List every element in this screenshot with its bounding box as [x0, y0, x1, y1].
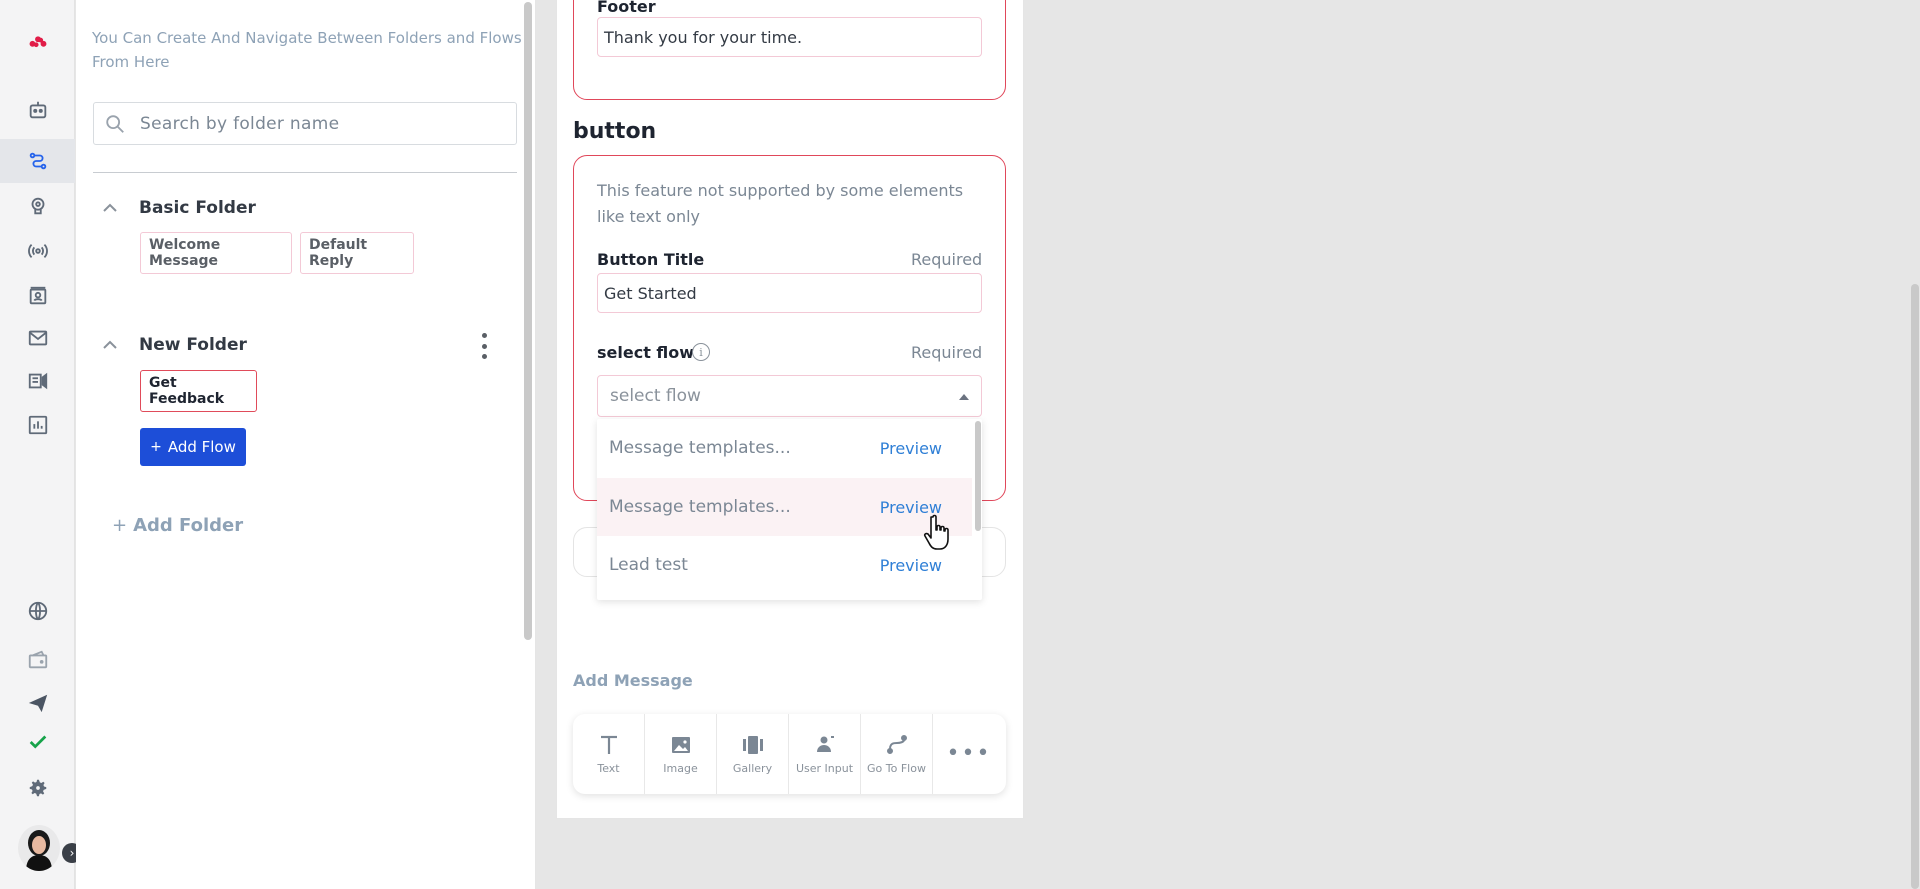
panel-scrollbar[interactable] [524, 2, 532, 640]
tool-label: Image [663, 761, 698, 775]
caret-up-icon [959, 394, 969, 400]
globe-icon[interactable] [0, 589, 75, 633]
more-options-icon[interactable] [474, 333, 494, 359]
folder-header-basic[interactable]: Basic Folder [93, 195, 256, 221]
settings-icon[interactable] [0, 766, 75, 810]
add-flow-label: Add Flow [167, 438, 236, 456]
analytics-icon[interactable] [0, 403, 75, 447]
page-scrollbar[interactable] [1911, 284, 1919, 889]
required-label: Required [911, 343, 983, 362]
tool-label: User Input [795, 761, 854, 775]
flow-option[interactable]: Lead test Preview [597, 536, 972, 594]
add-image-button[interactable]: Image [645, 714, 717, 794]
footer-label: Footer [597, 0, 656, 16]
plus-icon: + [112, 515, 128, 536]
add-go-to-flow-button[interactable]: Go To Flow [861, 714, 933, 794]
avatar[interactable] [18, 825, 60, 871]
contacts-icon[interactable] [0, 274, 75, 318]
image-icon [671, 736, 690, 753]
tool-label: Gallery [732, 761, 773, 775]
flow-option-name: Message templates... [609, 438, 791, 458]
preview-link[interactable]: Preview [880, 556, 942, 575]
select-flow-placeholder: select flow [610, 386, 701, 406]
button-title-label: Button Title [597, 250, 705, 269]
flow-chip-get-feedback[interactable]: Get Feedback [140, 370, 257, 412]
add-message-toolbar: Text Image Gallery User Input Go To Flow… [573, 714, 1006, 794]
chevron-up-icon[interactable] [93, 203, 127, 213]
folder-name: Basic Folder [139, 198, 256, 218]
feature-note: This feature not supported by some eleme… [597, 181, 964, 226]
more-tools-button[interactable]: ••• [933, 714, 1005, 794]
flow-options-list: Message templates... Preview Message tem… [597, 419, 982, 600]
flow-option[interactable]: Message templates... Preview [597, 478, 972, 536]
button-title-input[interactable]: Get Started [597, 273, 982, 313]
logo-icon[interactable] [0, 20, 75, 64]
flow-chip-welcome-message[interactable]: Welcome Message [140, 232, 292, 274]
go-to-flow-icon [886, 734, 907, 754]
flow-option-name: Message templates... [609, 497, 791, 517]
folder-name: New Folder [139, 335, 247, 355]
add-gallery-button[interactable]: Gallery [717, 714, 789, 794]
check-icon[interactable] [0, 720, 75, 764]
wallet-icon[interactable] [0, 638, 75, 682]
campaign-icon[interactable] [0, 359, 75, 403]
send-icon[interactable] [0, 681, 75, 725]
flow-icon[interactable] [0, 139, 75, 183]
preview-link[interactable]: Preview [880, 439, 942, 458]
hand-cursor-icon [923, 514, 949, 550]
add-folder-label: Add Folder [133, 515, 244, 536]
plus-icon: + [150, 439, 162, 455]
search-icon [106, 114, 124, 133]
add-message-label: Add Message [573, 671, 693, 690]
add-flow-button[interactable]: + Add Flow [140, 428, 246, 466]
select-flow-label: select flow [597, 343, 695, 362]
flow-option[interactable]: Message templates... Preview [597, 419, 972, 477]
add-text-button[interactable]: Text [573, 714, 645, 794]
mail-icon[interactable] [0, 316, 75, 360]
add-user-input-button[interactable]: User Input [789, 714, 861, 794]
gallery-icon [742, 735, 763, 754]
more-icon: ••• [946, 741, 992, 766]
info-icon[interactable]: i [692, 343, 710, 361]
select-flow-dropdown[interactable]: select flow [597, 375, 982, 417]
required-label: Required [911, 250, 983, 269]
text-icon [600, 735, 617, 754]
chevron-up-icon[interactable] [93, 340, 127, 350]
panel-description: You Can Create And Navigate Between Fold… [92, 29, 522, 71]
divider [93, 172, 517, 173]
search-placeholder: Search by folder name [140, 113, 340, 134]
user-input-icon [816, 735, 834, 752]
bot-icon[interactable] [0, 88, 75, 132]
folder-search-input[interactable]: Search by folder name [93, 102, 517, 145]
brain-icon[interactable] [0, 184, 75, 228]
folders-panel: You Can Create And Navigate Between Fold… [76, 0, 536, 889]
footer-input[interactable]: Thank you for your time. [597, 17, 982, 57]
button-section-title: button [573, 119, 657, 144]
icon-rail: › [0, 0, 82, 889]
tool-label: Go To Flow [867, 761, 926, 775]
tool-label: Text [597, 761, 620, 775]
add-folder-button[interactable]: + Add Folder [112, 515, 243, 536]
broadcast-icon[interactable] [0, 229, 75, 273]
flow-chip-default-reply[interactable]: Default Reply [300, 232, 414, 274]
flow-option-name: Lead test [609, 555, 688, 575]
dropdown-scrollbar[interactable] [975, 421, 981, 531]
folder-header-new[interactable]: New Folder [93, 332, 247, 358]
